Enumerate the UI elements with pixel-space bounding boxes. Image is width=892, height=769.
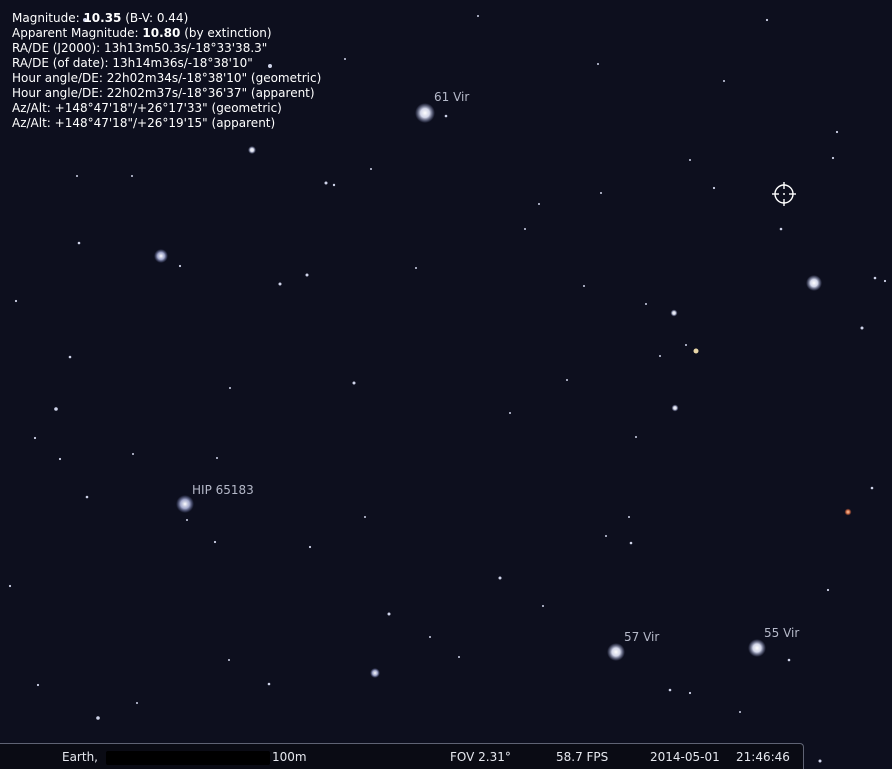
star-hip-65183[interactable] xyxy=(176,495,194,513)
star[interactable] xyxy=(844,508,852,516)
label-55-vir[interactable]: 55 Vir xyxy=(764,626,799,640)
hour-angle-geometric: Hour angle/DE: 22h02m34s/-18°38'10" (geo… xyxy=(12,71,322,85)
star[interactable] xyxy=(670,309,678,317)
location-altitude: 100m xyxy=(272,750,307,764)
magnitude-value: 10.35 xyxy=(83,11,122,25)
selection-reticle-icon xyxy=(772,182,796,206)
magnitude-line: Magnitude: 10.35 (B-V: 0.44) xyxy=(12,11,189,25)
star[interactable] xyxy=(370,668,380,678)
star-55-vir[interactable] xyxy=(748,639,766,657)
star[interactable] xyxy=(693,348,699,354)
status-bar: Earth, 100m FOV 2.31° 58.7 FPS 2014-05-0… xyxy=(0,743,804,769)
date-display[interactable]: 2014-05-01 xyxy=(650,750,720,764)
label-hip-65183[interactable]: HIP 65183 xyxy=(192,483,254,497)
star[interactable] xyxy=(806,275,822,291)
frames-per-second: 58.7 FPS xyxy=(556,750,609,764)
apparent-magnitude-value: 10.80 xyxy=(142,26,181,40)
ra-de-of-date: RA/DE (of date): 13h14m36s/-18°38'10" xyxy=(12,56,253,70)
time-display[interactable]: 21:46:46 xyxy=(736,750,790,764)
ra-de-j2000: RA/DE (J2000): 13h13m50.3s/-18°33'38.3" xyxy=(12,41,268,55)
apparent-magnitude-line: Apparent Magnitude: 10.80 (by extinction… xyxy=(12,26,272,40)
redacted-location xyxy=(106,751,270,765)
object-info-panel: Magnitude: 10.35 (B-V: 0.44) Apparent Ma… xyxy=(12,11,321,131)
az-alt-geometric: Az/Alt: +148°47'18"/+26°17'33" (geometri… xyxy=(12,101,282,115)
star-61-vir[interactable] xyxy=(415,103,435,123)
location-name[interactable]: Earth, xyxy=(62,750,98,764)
hour-angle-apparent: Hour angle/DE: 22h02m37s/-18°36'37" (app… xyxy=(12,86,315,100)
star[interactable] xyxy=(154,249,168,263)
star[interactable] xyxy=(671,404,679,412)
label-61-vir[interactable]: 61 Vir xyxy=(434,90,469,104)
label-57-vir[interactable]: 57 Vir xyxy=(624,630,659,644)
star[interactable] xyxy=(248,146,256,154)
star-57-vir[interactable] xyxy=(607,643,625,661)
field-of-view: FOV 2.31° xyxy=(450,750,511,764)
az-alt-apparent: Az/Alt: +148°47'18"/+26°19'15" (apparent… xyxy=(12,116,276,130)
